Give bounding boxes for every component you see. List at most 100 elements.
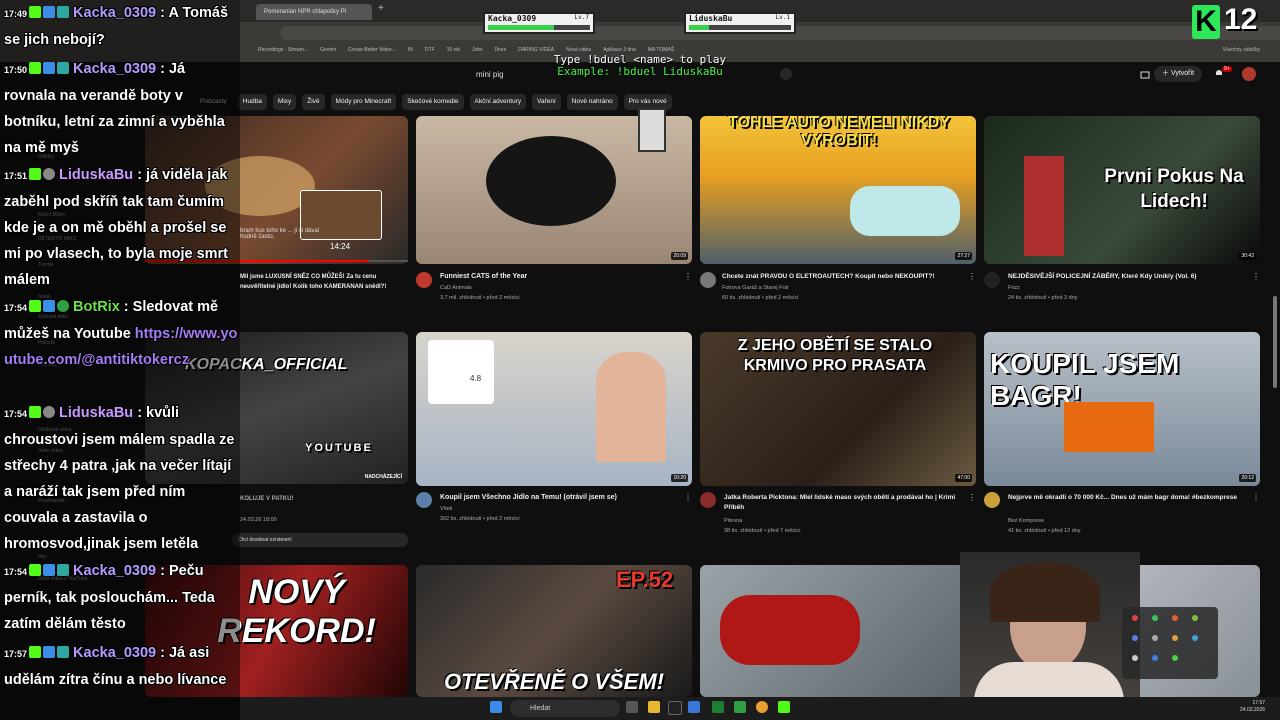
video-thumbnail[interactable]: KOUPIL JSEM BAGR! 20:12 bbox=[984, 332, 1260, 486]
channel-avatar[interactable] bbox=[984, 272, 1000, 288]
kick-icon[interactable] bbox=[778, 701, 790, 713]
create-button[interactable]: ＋ Vytvořit bbox=[1154, 66, 1202, 82]
bookmark-all[interactable]: Všechny záložky bbox=[1223, 43, 1260, 57]
channel-name[interactable]: CaD Animals bbox=[440, 284, 472, 293]
new-tab-button[interactable]: + bbox=[378, 3, 384, 14]
search-input[interactable]: mini pig bbox=[476, 70, 504, 79]
video-thumbnail[interactable]: Prvni Pokus Na Lidech! 30:43 bbox=[984, 116, 1260, 264]
channel-avatar[interactable] bbox=[700, 272, 716, 288]
video-title[interactable]: Funniest CATS of the Year bbox=[440, 272, 680, 282]
bookmark[interactable]: Jobs bbox=[472, 43, 483, 57]
more-options-icon[interactable]: ⋮ bbox=[968, 272, 976, 281]
more-options-icon[interactable]: ⋮ bbox=[1252, 493, 1260, 502]
video-title[interactable]: KOLUJE V PATKU! bbox=[240, 494, 293, 504]
thumbnail-overlay: Prvni Pokus Na Lidech! bbox=[1104, 166, 1244, 212]
chip[interactable]: Vaření bbox=[532, 94, 561, 110]
channel-name[interactable]: Frizz bbox=[1008, 284, 1020, 293]
chat-username[interactable]: LiduskaBu bbox=[59, 405, 133, 421]
person-image bbox=[596, 352, 666, 462]
cast-icon[interactable] bbox=[1140, 70, 1150, 80]
channel-avatar[interactable] bbox=[416, 492, 432, 508]
task-view-icon[interactable] bbox=[626, 701, 638, 713]
channel-avatar[interactable] bbox=[700, 492, 716, 508]
video-meta: 38 tis. zhlédnutí • před 7 měsíci bbox=[724, 528, 801, 534]
tray-icon[interactable] bbox=[1192, 635, 1198, 641]
tray-icon[interactable] bbox=[1132, 615, 1138, 621]
tray-icon[interactable] bbox=[1152, 655, 1158, 661]
bookmark[interactable]: Recordings - Stream... bbox=[258, 43, 308, 57]
more-options-icon[interactable]: ⋮ bbox=[684, 272, 692, 281]
tray-icon[interactable] bbox=[1152, 635, 1158, 641]
more-options-icon[interactable]: ⋮ bbox=[684, 493, 692, 502]
video-title[interactable]: Jatka Roberta Picktona: Mlel lidské maso… bbox=[724, 493, 964, 513]
k-counter: K 12 bbox=[1188, 3, 1272, 41]
video-thumbnail[interactable]: OTEVŘENĚ O VŠEM! EP.52 bbox=[416, 565, 692, 697]
more-options-icon[interactable]: ⋮ bbox=[968, 493, 976, 502]
bookmark[interactable]: Dnes bbox=[495, 43, 507, 57]
microphone-icon[interactable] bbox=[780, 68, 792, 80]
tray-icon[interactable] bbox=[1132, 635, 1138, 641]
video-title[interactable]: Mil jsme LUXUSNÍ SNĚZ CO MŮŽEŠ! Za tu ce… bbox=[240, 272, 400, 292]
bookmark[interactable]: DTF bbox=[425, 43, 435, 57]
bookmark[interactable]: Gemini bbox=[320, 43, 336, 57]
channel-name[interactable]: Bez Komprese bbox=[1008, 517, 1044, 526]
chip[interactable]: Akční adventury bbox=[469, 94, 527, 110]
bookmark[interactable]: Create Better Video... bbox=[348, 43, 396, 57]
chip[interactable]: Skečové komedie bbox=[402, 94, 464, 110]
chrome-icon[interactable] bbox=[756, 701, 768, 713]
car-image bbox=[720, 595, 860, 665]
duel-player-name: LiduskaBu bbox=[689, 14, 733, 23]
video-title[interactable]: Chcete znát PRAVDU O ELETROAUTECH? Koupi… bbox=[722, 272, 966, 282]
tray-icon[interactable] bbox=[1192, 615, 1198, 621]
tray-icon[interactable] bbox=[1172, 615, 1178, 621]
chip[interactable]: Hudba bbox=[237, 94, 267, 110]
chip[interactable]: Módy pro Minecraft bbox=[330, 94, 397, 110]
video-thumbnail[interactable]: Z JEHO OBĚTÍ SE STALO KRMIVO PRO PRASATA… bbox=[700, 332, 976, 486]
video-thumbnail[interactable] bbox=[700, 565, 976, 697]
video-thumbnail[interactable]: TOHLE AUTO NEMĚLI NIKDY VYROBIT! 27:27 bbox=[700, 116, 976, 264]
notify-button[interactable]: Chci dostávat oznámení bbox=[232, 533, 408, 547]
chat-username[interactable]: LiduskaBu bbox=[59, 167, 133, 183]
channel-name[interactable]: Pitevna bbox=[724, 517, 742, 526]
chat-username[interactable]: BotRix bbox=[73, 299, 120, 315]
chip[interactable]: Mixy bbox=[272, 94, 297, 110]
app-icon[interactable] bbox=[688, 701, 700, 713]
chip[interactable]: Živě bbox=[302, 94, 325, 110]
scrollbar[interactable] bbox=[1273, 296, 1277, 388]
tray-icon[interactable] bbox=[1172, 635, 1178, 641]
bookmark[interactable]: 10 vid bbox=[447, 43, 460, 57]
chat-time: 17:49 bbox=[4, 9, 28, 19]
chat-username[interactable]: Kacka_0309 bbox=[73, 5, 156, 21]
xbox-icon[interactable] bbox=[712, 701, 724, 713]
channel-avatar[interactable] bbox=[984, 492, 1000, 508]
video-title[interactable]: Koupil jsem Všechno Jídlo na Temu! (otrá… bbox=[440, 493, 680, 503]
folder-icon[interactable] bbox=[648, 701, 660, 713]
clock[interactable]: 17:57 24.03.2026 bbox=[1240, 700, 1265, 714]
chat-username[interactable]: Kacka_0309 bbox=[73, 61, 156, 77]
avatar[interactable] bbox=[1242, 67, 1256, 81]
video-title[interactable]: Nejprve mě okradli o 70 000 Kč... Dnes u… bbox=[1008, 493, 1252, 503]
channel-name[interactable]: Vítek bbox=[440, 505, 453, 514]
sub-badge-icon bbox=[29, 646, 42, 658]
chat-time: 17:54 bbox=[4, 567, 28, 577]
tray-icon[interactable] bbox=[1152, 615, 1158, 621]
tiktok-icon[interactable] bbox=[668, 701, 682, 715]
video-title[interactable]: NEJDĚSIVĚJŠÍ POLICEJNÍ ZÁBĚRY, Které Kdy… bbox=[1008, 272, 1252, 282]
taskbar: Hledat bbox=[240, 697, 1280, 720]
browser-tab[interactable]: Pomeranian NPR chlapošky Pl bbox=[256, 4, 372, 20]
channel-avatar[interactable] bbox=[416, 272, 432, 288]
chat-username[interactable]: Kacka_0309 bbox=[73, 645, 156, 661]
more-options-icon[interactable]: ⋮ bbox=[1252, 272, 1260, 281]
chat-username[interactable]: Kacka_0309 bbox=[73, 563, 156, 579]
taskbar-search[interactable]: Hledat bbox=[510, 700, 620, 717]
tray-icon[interactable] bbox=[1132, 655, 1138, 661]
windows-start-icon[interactable] bbox=[490, 701, 502, 713]
gift-badge-icon bbox=[43, 62, 56, 74]
tray-icon[interactable] bbox=[1172, 655, 1178, 661]
chip[interactable]: Nově nahráno bbox=[566, 94, 618, 110]
channel-name[interactable]: Fotrova Garáž a Starej Fotr bbox=[722, 284, 789, 293]
chat-message: 17:54 Kacka_0309 : Peču perník, tak poslo… bbox=[4, 558, 238, 637]
video-thumbnail[interactable]: 4.8 10:20 bbox=[416, 332, 692, 486]
bookmark[interactable]: IN bbox=[408, 43, 413, 57]
app-icon[interactable] bbox=[734, 701, 746, 713]
